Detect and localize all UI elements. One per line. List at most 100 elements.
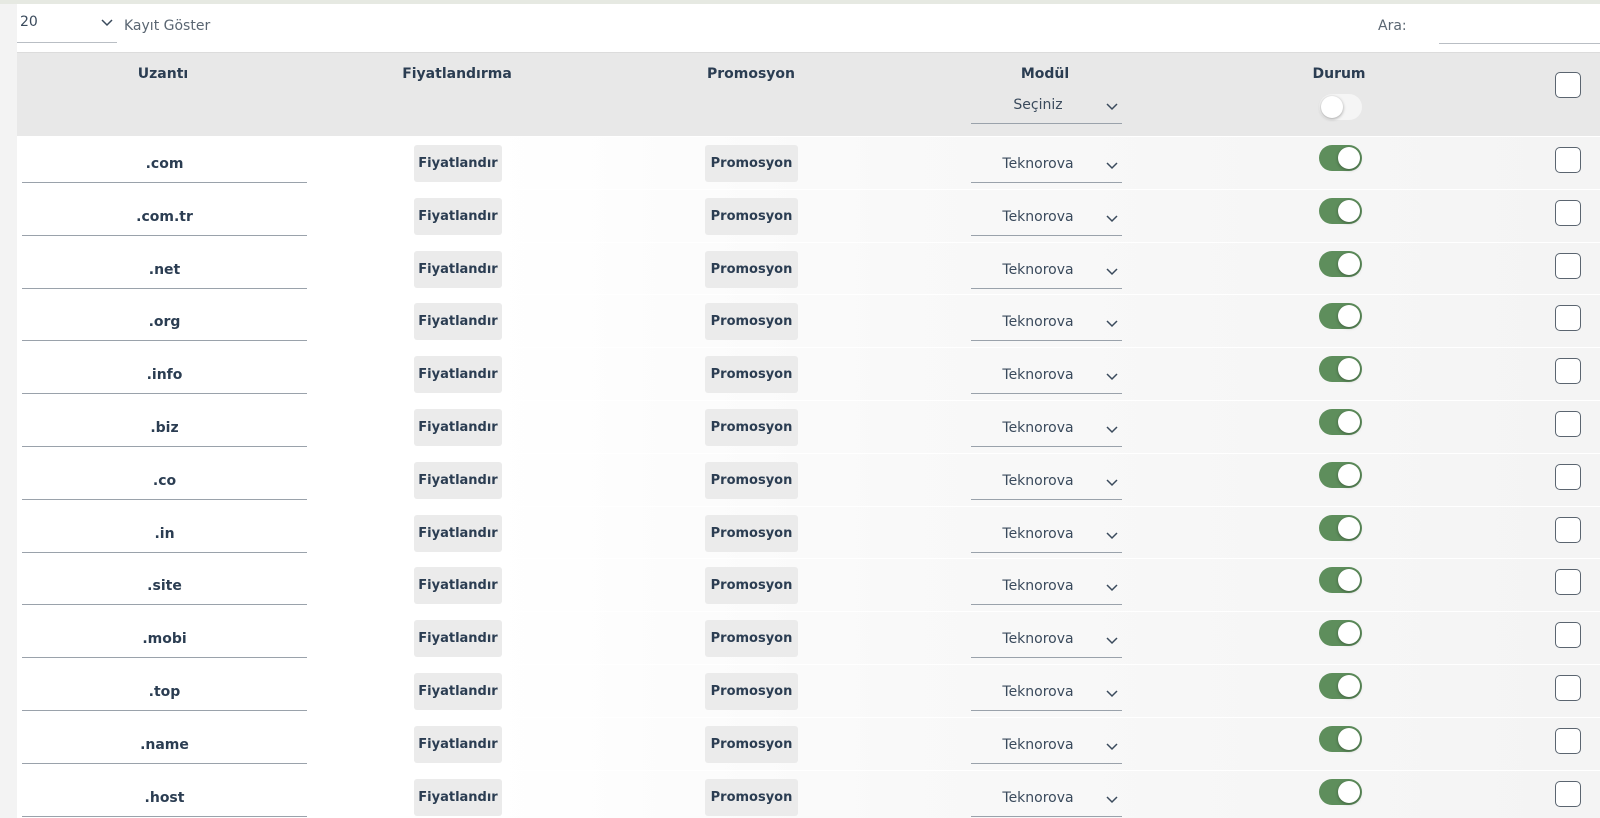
status-toggle[interactable] bbox=[1319, 672, 1362, 699]
module-select-value: Teknorova bbox=[1002, 631, 1074, 648]
module-select[interactable]: Teknorova bbox=[971, 357, 1122, 395]
pricing-button[interactable]: Fiyatlandır bbox=[414, 145, 502, 182]
extension-input[interactable] bbox=[22, 779, 307, 817]
row-checkbox[interactable] bbox=[1555, 516, 1581, 543]
status-toggle[interactable] bbox=[1319, 408, 1362, 435]
status-toggle[interactable] bbox=[1319, 145, 1362, 171]
extension-input[interactable] bbox=[22, 726, 307, 764]
pricing-button[interactable]: Fiyatlandır bbox=[414, 356, 502, 394]
module-select-value: Teknorova bbox=[1002, 578, 1074, 595]
promotion-button[interactable]: Promosyon bbox=[705, 356, 798, 394]
toggle-knob bbox=[1338, 358, 1360, 381]
module-select[interactable]: Teknorova bbox=[971, 516, 1122, 553]
pricing-button[interactable]: Fiyatlandır bbox=[414, 250, 502, 288]
search-input[interactable] bbox=[1439, 14, 1600, 44]
promotion-button[interactable]: Promosyon bbox=[705, 672, 798, 710]
extension-input[interactable] bbox=[22, 621, 307, 659]
row-checkbox[interactable] bbox=[1555, 410, 1581, 437]
pricing-button[interactable]: Fiyatlandır bbox=[414, 461, 502, 499]
module-select[interactable]: Teknorova bbox=[971, 463, 1122, 500]
column-header-promotion[interactable]: Promosyon bbox=[707, 66, 795, 82]
module-filter-select[interactable]: Seçiniz bbox=[971, 91, 1122, 124]
column-header-module[interactable]: Modül bbox=[1021, 66, 1069, 82]
chevron-down-icon bbox=[101, 19, 113, 27]
status-toggle[interactable] bbox=[1319, 620, 1362, 647]
pricing-button[interactable]: Fiyatlandır bbox=[414, 408, 502, 446]
status-toggle[interactable] bbox=[1319, 356, 1362, 383]
chevron-down-icon bbox=[1106, 373, 1118, 381]
module-select[interactable]: Teknorova bbox=[971, 252, 1122, 289]
status-toggle[interactable] bbox=[1319, 514, 1362, 541]
column-header-pricing[interactable]: Fiyatlandırma bbox=[402, 66, 512, 82]
module-select[interactable]: Teknorova bbox=[971, 727, 1122, 764]
status-toggle[interactable] bbox=[1319, 250, 1362, 277]
extension-input[interactable] bbox=[22, 304, 307, 342]
status-filter-toggle[interactable] bbox=[1319, 94, 1362, 120]
row-checkbox[interactable] bbox=[1555, 569, 1581, 596]
status-toggle[interactable] bbox=[1319, 461, 1362, 488]
toggle-knob bbox=[1338, 569, 1360, 592]
extension-input[interactable] bbox=[22, 251, 307, 289]
extension-input[interactable] bbox=[22, 357, 307, 395]
promotion-button[interactable]: Promosyon bbox=[705, 725, 798, 763]
extension-input[interactable] bbox=[22, 198, 307, 236]
row-checkbox[interactable] bbox=[1555, 674, 1581, 701]
pricing-button[interactable]: Fiyatlandır bbox=[414, 778, 502, 816]
pricing-button[interactable]: Fiyatlandır bbox=[414, 567, 502, 605]
module-select-value: Teknorova bbox=[1002, 367, 1074, 384]
module-select[interactable]: Teknorova bbox=[971, 674, 1122, 711]
table-row: Fiyatlandır Promosyon Teknorova bbox=[17, 453, 1600, 507]
row-checkbox[interactable] bbox=[1555, 199, 1581, 226]
pricing-button[interactable]: Fiyatlandır bbox=[414, 725, 502, 763]
pricing-button[interactable]: Fiyatlandır bbox=[414, 303, 502, 341]
chevron-down-icon bbox=[1106, 584, 1118, 592]
module-select[interactable]: Teknorova bbox=[971, 199, 1122, 236]
row-checkbox[interactable] bbox=[1555, 463, 1581, 490]
status-toggle[interactable] bbox=[1319, 725, 1362, 752]
status-toggle[interactable] bbox=[1319, 303, 1362, 330]
status-toggle[interactable] bbox=[1319, 197, 1362, 224]
extension-input[interactable] bbox=[22, 462, 307, 500]
row-checkbox[interactable] bbox=[1555, 305, 1581, 332]
row-checkbox[interactable] bbox=[1555, 780, 1581, 807]
row-checkbox[interactable] bbox=[1555, 622, 1581, 649]
promotion-button[interactable]: Promosyon bbox=[705, 197, 798, 235]
module-select[interactable]: Teknorova bbox=[971, 621, 1122, 659]
module-select[interactable]: Teknorova bbox=[971, 568, 1122, 606]
module-select[interactable]: Teknorova bbox=[971, 410, 1122, 447]
promotion-button[interactable]: Promosyon bbox=[705, 303, 798, 341]
select-all-checkbox[interactable] bbox=[1555, 72, 1581, 98]
module-select[interactable]: Teknorova bbox=[971, 146, 1122, 183]
pricing-button[interactable]: Fiyatlandır bbox=[414, 197, 502, 235]
promotion-button[interactable]: Promosyon bbox=[705, 620, 798, 658]
row-checkbox[interactable] bbox=[1555, 252, 1581, 279]
promotion-button[interactable]: Promosyon bbox=[705, 145, 798, 182]
row-checkbox[interactable] bbox=[1555, 147, 1581, 173]
status-toggle[interactable] bbox=[1319, 567, 1362, 594]
pricing-button[interactable]: Fiyatlandır bbox=[414, 672, 502, 710]
extension-input[interactable] bbox=[22, 673, 307, 711]
row-checkbox[interactable] bbox=[1555, 727, 1581, 754]
extension-input[interactable] bbox=[22, 515, 307, 553]
promotion-button[interactable]: Promosyon bbox=[705, 250, 798, 288]
promotion-button[interactable]: Promosyon bbox=[705, 408, 798, 446]
module-select[interactable]: Teknorova bbox=[971, 304, 1122, 342]
extension-input[interactable] bbox=[22, 409, 307, 447]
page-size-label: Kayıt Göster bbox=[124, 18, 211, 34]
column-header-extension[interactable]: Uzantı bbox=[138, 66, 188, 82]
table-header: Uzantı Fiyatlandırma Promosyon Modül Dur… bbox=[17, 52, 1600, 136]
module-select[interactable]: Teknorova bbox=[971, 780, 1122, 817]
status-toggle[interactable] bbox=[1319, 778, 1362, 805]
row-checkbox[interactable] bbox=[1555, 358, 1581, 385]
promotion-button[interactable]: Promosyon bbox=[705, 778, 798, 816]
table-row: Fiyatlandır Promosyon Teknorova bbox=[17, 295, 1600, 349]
page-size-select[interactable]: 20 bbox=[17, 10, 117, 43]
promotion-button[interactable]: Promosyon bbox=[705, 567, 798, 605]
extension-input[interactable] bbox=[22, 568, 307, 606]
pricing-button[interactable]: Fiyatlandır bbox=[414, 620, 502, 658]
extension-input[interactable] bbox=[22, 146, 307, 183]
column-header-status[interactable]: Durum bbox=[1312, 66, 1365, 82]
promotion-button[interactable]: Promosyon bbox=[705, 514, 798, 552]
promotion-button[interactable]: Promosyon bbox=[705, 461, 798, 499]
pricing-button[interactable]: Fiyatlandır bbox=[414, 514, 502, 552]
